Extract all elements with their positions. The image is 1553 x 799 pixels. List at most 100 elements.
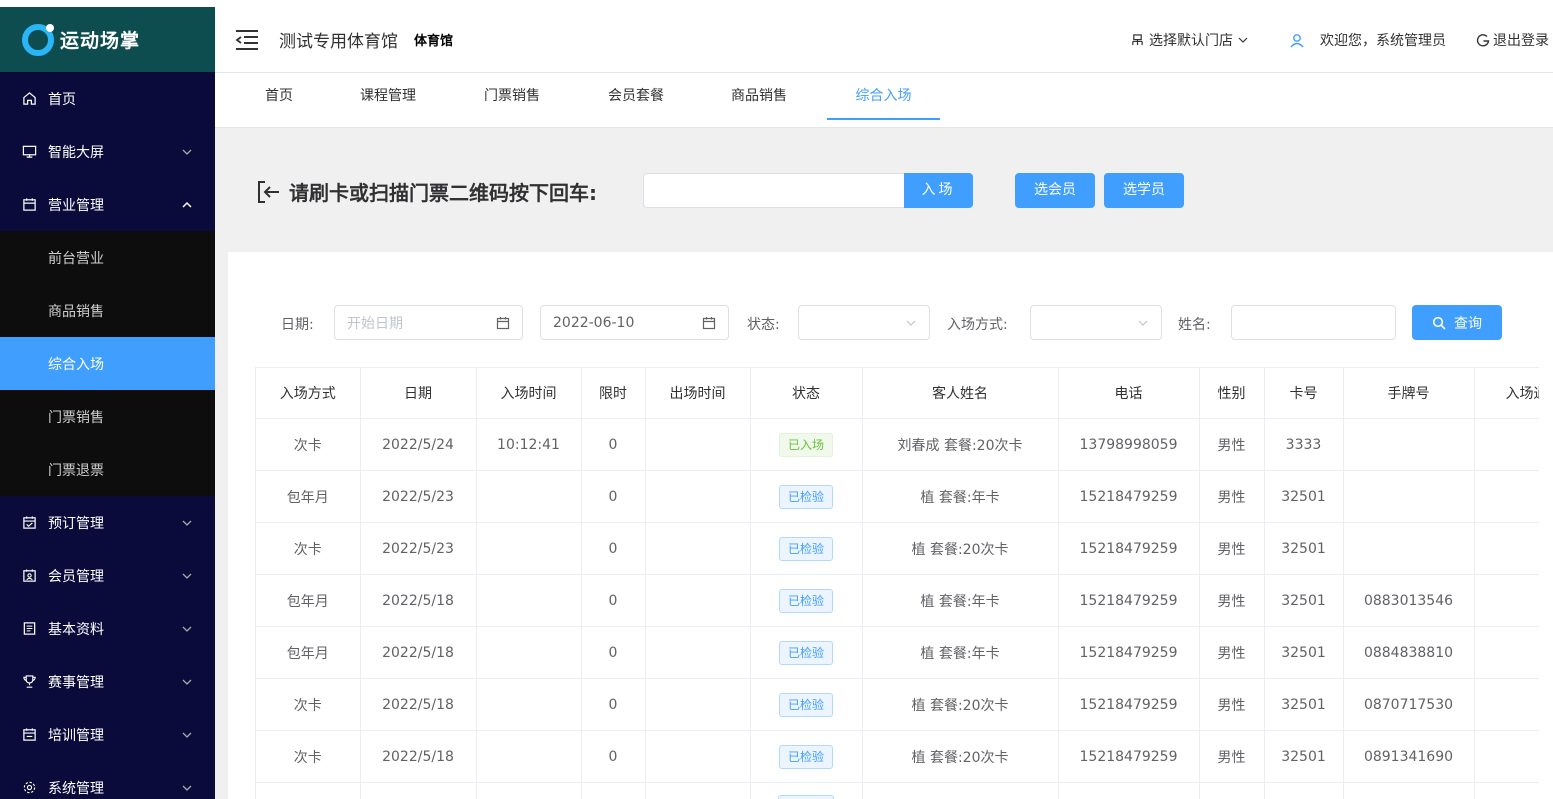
enter-button[interactable]: 入场 (904, 173, 973, 208)
sidebar-subitem-ticket-refund[interactable]: 门票退票 (0, 443, 215, 496)
table-cell (1474, 626, 1539, 679)
table-cell (645, 522, 751, 575)
table-cell (256, 782, 361, 799)
sidebar-item-system[interactable]: 系统管理 (0, 761, 215, 799)
entry-method-select[interactable] (1030, 305, 1162, 340)
home-icon (21, 91, 37, 107)
sidebar-item-booking[interactable]: 预订管理 (0, 496, 215, 549)
name-label: 姓名: (1178, 317, 1211, 333)
sidebar: 运动场掌 首页 智能大屏 营业管理 前台营业 商品销售 综合入场 门票销售 门票… (0, 7, 215, 799)
sidebar-item-label: 会员管理 (48, 568, 104, 585)
tab-goods-sales[interactable]: 商品销售 (716, 73, 802, 120)
sidebar-subitem-ticket-sales[interactable]: 门票销售 (0, 390, 215, 443)
table-cell: 男性 (1199, 418, 1265, 471)
sidebar-item-smart-screen[interactable]: 智能大屏 (0, 125, 215, 178)
scan-prompt: 请刷卡或扫描门票二维码按下回车: (257, 177, 597, 206)
member-card-icon (21, 568, 37, 584)
tab-home[interactable]: 首页 (250, 73, 308, 120)
table-row[interactable]: 次卡 2022/5/24 10:12:41 0 已入场 刘春成 套餐:20次卡 137989… (256, 418, 1539, 471)
logout-button[interactable]: 退出登录 (1476, 30, 1549, 50)
table-row[interactable]: 包年月 2022/5/18 0 已检验 植 套餐:年卡 15218479259 男性 3250… (256, 626, 1539, 679)
column-header: 卡号 (1264, 367, 1344, 419)
chevron-down-icon (182, 149, 192, 155)
end-date-picker[interactable]: 2022-06-10 (540, 305, 729, 340)
start-date-picker[interactable]: 开始日期 (334, 305, 523, 340)
table-cell: 0 (581, 418, 646, 471)
chevron-up-icon (182, 201, 192, 208)
table-cell: 15218479259 (1058, 522, 1200, 575)
table-cell: 包年月 (256, 626, 361, 679)
chevron-down-icon (1138, 320, 1148, 326)
table-row[interactable]: 包年月 2022/5/23 0 已检验 植 套餐:年卡 15218479259 男性 3250… (256, 470, 1539, 523)
sidebar-subitem-entry[interactable]: 综合入场 (0, 337, 215, 390)
table-cell: 2022/5/24 (360, 418, 477, 471)
menu-collapse-icon[interactable] (235, 29, 259, 51)
scan-prompt-text: 请刷卡或扫描门票二维码按下回车: (289, 181, 597, 205)
table-cell: 0884838810 (1343, 626, 1475, 679)
tab-entry[interactable]: 综合入场 (827, 73, 940, 120)
calendar-icon (496, 316, 510, 329)
status-badge: 已检验 (778, 484, 833, 509)
table-row[interactable]: 次卡 2022/5/23 0 已检验 植 套餐:20次卡 15218479259 男性 325… (256, 522, 1539, 575)
sidebar-item-label: 营业管理 (48, 197, 104, 214)
sidebar-item-business[interactable]: 营业管理 (0, 178, 215, 231)
sidebar-item-label: 系统管理 (48, 780, 104, 797)
sidebar-item-label: 智能大屏 (48, 144, 104, 161)
chevron-down-icon (182, 785, 192, 791)
status-badge: 已检验 (778, 640, 833, 665)
business-submenu: 前台营业 商品销售 综合入场 门票销售 门票退票 (0, 231, 215, 496)
table-cell: 次卡 (256, 522, 361, 575)
entry-records-table: 入场方式日期入场时间限时出场时间状态客人姓名电话性别卡号手牌号入场通道 次卡20… (255, 367, 1539, 799)
table-cell (645, 782, 751, 799)
column-header: 客人姓名 (862, 367, 1059, 419)
query-button-label: 查询 (1454, 315, 1482, 332)
table-cell: 植 套餐:20次卡 (862, 678, 1059, 731)
select-member-button[interactable]: 选会员 (1015, 173, 1095, 208)
trophy-icon (21, 674, 37, 690)
status-select[interactable] (798, 305, 930, 340)
calendar-icon (702, 316, 716, 329)
table-cell: 32501 (1264, 470, 1344, 523)
table-cell: 15218479259 (1058, 678, 1200, 731)
table-cell (1058, 782, 1200, 799)
table-row[interactable]: 包年月 2022/5/18 0 已检验 植 套餐:年卡 15218479259 男性 3250… (256, 574, 1539, 627)
sidebar-item-basic-info[interactable]: 基本资料 (0, 602, 215, 655)
tab-member-packages[interactable]: 会员套餐 (593, 73, 679, 120)
tab-courses[interactable]: 课程管理 (345, 73, 431, 120)
table-cell: 已检验 (750, 522, 863, 575)
column-header: 性别 (1199, 367, 1265, 419)
tab-ticket-sales[interactable]: 门票销售 (469, 73, 555, 120)
name-input[interactable] (1231, 305, 1396, 340)
query-button[interactable]: 查询 (1412, 305, 1502, 340)
table-cell: 0 (581, 730, 646, 783)
table-row[interactable] (256, 782, 1539, 799)
store-select[interactable]: 选择默认门店 (1131, 30, 1254, 50)
table-cell: 15218479259 (1058, 470, 1200, 523)
document-icon (21, 621, 37, 637)
table-cell: 15218479259 (1058, 626, 1200, 679)
sidebar-subitem-front-desk[interactable]: 前台营业 (0, 231, 215, 284)
table-cell: 0883013546 (1343, 574, 1475, 627)
select-student-button[interactable]: 选学员 (1104, 173, 1184, 208)
sidebar-item-events[interactable]: 赛事管理 (0, 655, 215, 708)
table-cell: 0 (581, 626, 646, 679)
table-cell: 男性 (1199, 626, 1265, 679)
sidebar-item-members[interactable]: 会员管理 (0, 549, 215, 602)
start-date-placeholder: 开始日期 (347, 315, 403, 332)
table-row[interactable]: 次卡 2022/5/18 0 已检验 植 套餐:20次卡 15218479259 男性 325… (256, 678, 1539, 731)
store-select-label: 选择默认门店 (1149, 33, 1233, 49)
sidebar-item-training[interactable]: 培训管理 (0, 708, 215, 761)
table-cell: 0 (581, 470, 646, 523)
chevron-down-icon (1238, 37, 1248, 43)
monitor-icon (21, 144, 37, 160)
table-cell (476, 470, 582, 523)
sidebar-item-label: 赛事管理 (48, 674, 104, 691)
table-cell (1474, 418, 1539, 471)
logout-icon (1476, 34, 1490, 47)
table-cell: 0891341690 (1343, 730, 1475, 783)
scan-input[interactable] (643, 173, 905, 208)
sidebar-item-home[interactable]: 首页 (0, 72, 215, 125)
table-row[interactable]: 次卡 2022/5/18 0 已检验 植 套餐:20次卡 15218479259 男性 325… (256, 730, 1539, 783)
sidebar-subitem-goods-sales[interactable]: 商品销售 (0, 284, 215, 337)
chevron-down-icon (182, 732, 192, 738)
